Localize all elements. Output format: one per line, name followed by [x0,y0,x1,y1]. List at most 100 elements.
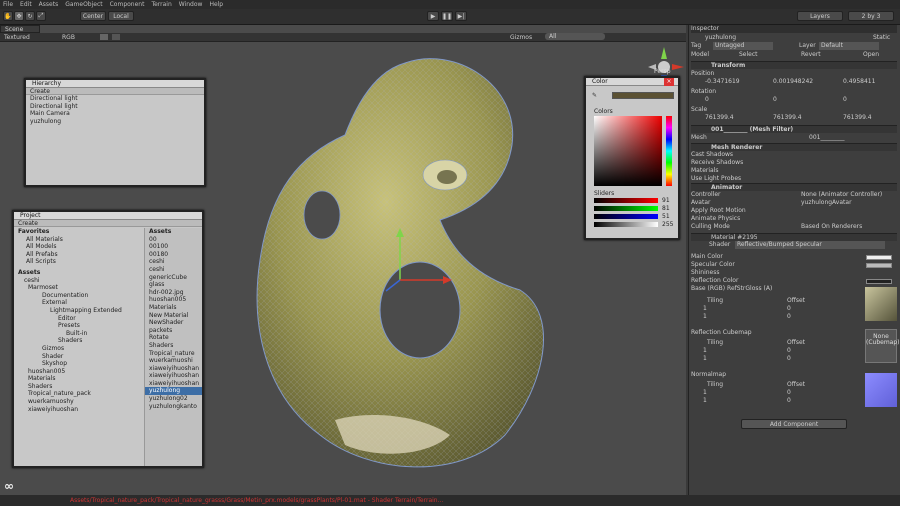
open-button[interactable]: Open [863,51,879,59]
scale-y[interactable]: 761399.4 [773,114,802,122]
list-item[interactable]: Lightmapping Extended [14,307,142,315]
layer-dropdown[interactable]: Default [819,42,879,50]
space-button[interactable]: Local [108,11,134,21]
scene-search-input[interactable]: All [545,33,605,40]
list-item[interactable]: Rotate [145,334,202,342]
list-item[interactable]: huoshan005 [14,368,142,376]
red-slider[interactable] [594,198,658,203]
list-item[interactable]: All Scripts [14,258,142,266]
normalmap-tiling-y[interactable]: 1 [703,397,707,405]
list-item[interactable]: xiaweiyihuoshan [145,365,202,373]
list-item[interactable]: Tropical_nature_pack [14,390,142,398]
red-value[interactable]: 91 [662,197,670,204]
position-x[interactable]: -0.3471619 [705,78,740,86]
blue-slider[interactable] [594,214,658,219]
list-item[interactable]: ceshi [145,266,202,274]
list-item[interactable]: xiaweiyihuoshan [145,380,202,388]
rotation-y[interactable]: 0 [773,96,777,104]
list-item[interactable]: Shaders [145,342,202,350]
favorites-header[interactable]: Favorites [14,228,142,236]
list-item[interactable]: Shaders [14,337,142,345]
list-item[interactable]: Skyshop [14,360,142,368]
alpha-slider[interactable] [594,222,658,227]
list-item[interactable]: Presets [14,322,142,330]
materials-label[interactable]: Materials [691,167,897,175]
culling-dropdown[interactable]: Based On Renderers [801,223,862,231]
list-item[interactable]: yuzhulong02 [145,395,202,403]
menu-gameobject[interactable]: GameObject [65,1,102,8]
project-create-button[interactable]: Create [14,220,202,227]
close-icon[interactable]: × [664,78,674,86]
persp-label[interactable]: Persp [654,68,671,75]
list-item[interactable]: Main Camera [26,110,204,118]
list-item[interactable]: 00 [145,236,202,244]
hierarchy-create-button[interactable]: Create [26,88,204,95]
list-item[interactable]: Built-in [14,330,142,338]
mesh-renderer-header[interactable]: Mesh Renderer [691,143,897,151]
layout-dropdown[interactable]: 2 by 3 [848,11,894,21]
assets-header[interactable]: Assets [14,269,142,277]
list-item[interactable]: Shader [14,353,142,361]
play-icon[interactable]: ▶ [427,11,439,21]
layers-dropdown[interactable]: Layers [797,11,843,21]
rotation-x[interactable]: 0 [705,96,709,104]
animator-header[interactable]: Animator [691,183,897,191]
mesh-filter-header[interactable]: 001________ (Mesh Filter) [691,125,897,133]
specular-color-swatch[interactable] [866,263,892,268]
list-item[interactable]: All Prefabs [14,251,142,259]
scale-x[interactable]: 761399.4 [705,114,734,122]
step-icon[interactable]: ▶| [455,11,467,21]
hue-slider[interactable] [666,116,672,186]
hand-tool-icon[interactable]: ✋ [3,11,13,21]
cubemap-offset-x[interactable]: 0 [787,347,791,355]
list-item[interactable]: ceshi [14,277,142,285]
shading-dropdown[interactable]: Textured [4,34,30,41]
mesh-field[interactable]: 001________ [809,134,844,142]
menu-window[interactable]: Window [179,1,203,8]
list-item[interactable]: Directional light [26,95,204,103]
inspector-tab[interactable]: Inspector [691,25,897,33]
tiling-x[interactable]: 1 [703,305,707,313]
list-item[interactable]: Tropical_nature [145,350,202,358]
menu-edit[interactable]: Edit [20,1,32,8]
green-slider[interactable] [594,206,658,211]
green-value[interactable]: 81 [662,205,670,212]
move-tool-icon[interactable]: ✥ [14,11,24,21]
static-toggle[interactable]: Static [873,34,890,42]
pause-icon[interactable]: ❚❚ [441,11,453,21]
list-item[interactable]: Gizmos [14,345,142,353]
list-item[interactable]: xiaweiyihuoshan [145,372,202,380]
list-item[interactable]: Materials [145,304,202,312]
list-item[interactable]: wuerkamuoshy [14,398,142,406]
revert-button[interactable]: Revert [801,51,821,59]
shader-dropdown[interactable]: Reflective/Bumped Specular [735,241,885,249]
pivot-button[interactable]: Center [80,11,106,21]
list-item[interactable]: yuzhulongkanto [145,403,202,411]
rotate-tool-icon[interactable]: ↻ [25,11,35,21]
menu-component[interactable]: Component [110,1,145,8]
cubemap-tiling-y[interactable]: 1 [703,355,707,363]
list-item[interactable]: hdr-002.jpg [145,289,202,297]
list-item[interactable]: Editor [14,315,142,323]
list-item[interactable]: Shaders [14,383,142,391]
gizmos-dropdown[interactable]: Gizmos [510,34,532,41]
menu-terrain[interactable]: Terrain [151,1,171,8]
menu-file[interactable]: File [3,1,13,8]
normalmap-offset-x[interactable]: 0 [787,389,791,397]
position-z[interactable]: 0.4958411 [843,78,875,86]
list-item[interactable]: All Models [14,243,142,251]
blue-value[interactable]: 51 [662,213,670,220]
render-mode-dropdown[interactable]: RGB [62,34,75,41]
list-item[interactable]: New Material [145,312,202,320]
position-y[interactable]: 0.001948242 [773,78,813,86]
list-item[interactable]: glass [145,281,202,289]
add-component-button[interactable]: Add Component [741,419,847,429]
menu-assets[interactable]: Assets [39,1,59,8]
saturation-value-field[interactable] [594,116,662,186]
list-item[interactable]: Materials [14,375,142,383]
list-item[interactable]: External [14,299,142,307]
eyedropper-icon[interactable]: ✎ [592,92,600,100]
tab-scene[interactable]: Scene [0,25,40,33]
list-item[interactable]: ceshi [145,258,202,266]
list-item[interactable]: yuzhulong [145,387,202,396]
